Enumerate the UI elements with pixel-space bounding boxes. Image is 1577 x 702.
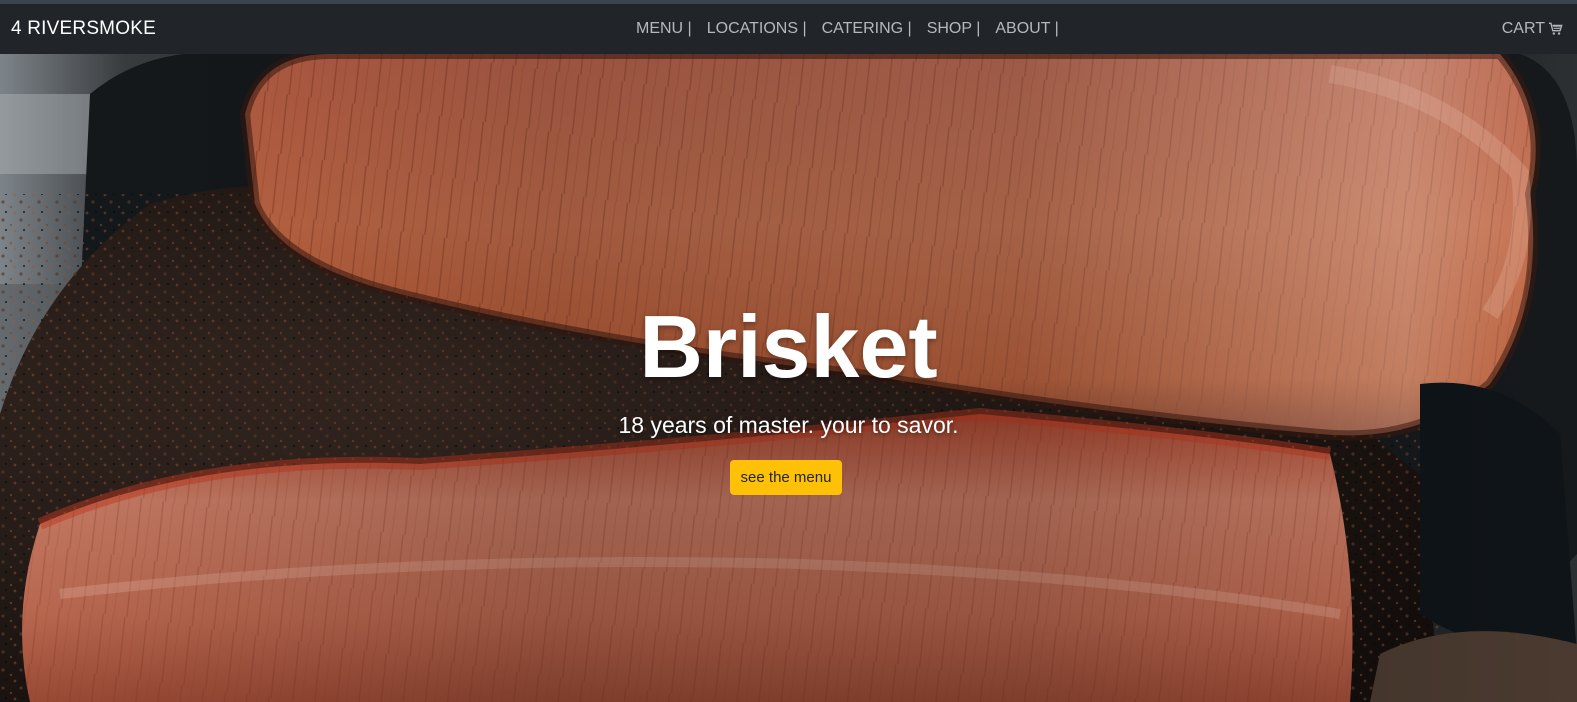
shopping-cart-icon [1549,22,1563,35]
hero-section: Brisket 18 years of master. your to savo… [0,54,1577,702]
navbar: 4 RIVERSMOKE MENU | LOCATIONS | CATERING… [0,4,1577,54]
nav-link-shop[interactable]: SHOP | [927,20,981,38]
nav-link-menu[interactable]: MENU | [636,20,692,38]
hero-content: Brisket 18 years of master. your to savo… [0,54,1577,702]
see-the-menu-button[interactable]: see the menu [730,460,842,495]
hero-subtitle: 18 years of master. your to savor. [618,412,959,438]
nav-links: MENU | LOCATIONS | CATERING | SHOP | ABO… [636,4,1074,54]
nav-link-locations[interactable]: LOCATIONS | [707,20,807,38]
cart-label: CART [1501,20,1545,37]
hero-title: Brisket [639,297,938,396]
nav-link-catering[interactable]: CATERING | [822,20,912,38]
cart-link[interactable]: CART [1502,4,1563,54]
brand-logo-link[interactable]: 4 RIVERSMOKE [11,18,156,40]
nav-link-about[interactable]: ABOUT | [995,20,1058,38]
